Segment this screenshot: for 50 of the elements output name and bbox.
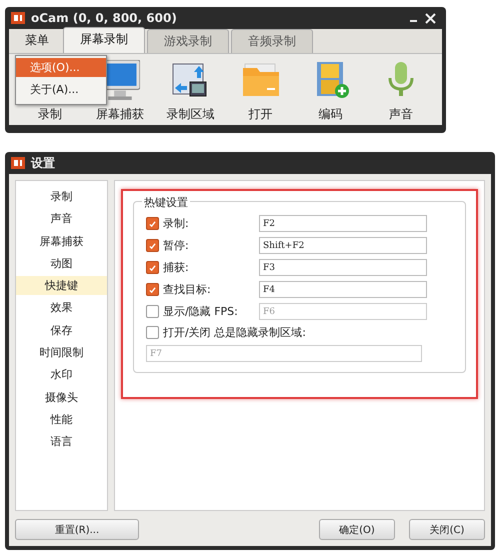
sidebar-item[interactable]: 语言 [16, 432, 107, 452]
check-icon [149, 220, 156, 226]
check-icon [149, 264, 156, 270]
sidebar-item[interactable]: 水印 [16, 365, 107, 384]
checkbox[interactable] [146, 283, 159, 296]
app-icon [11, 12, 25, 24]
hotkey-label: 捕获: [163, 260, 190, 275]
sidebar-item[interactable]: 摄像头 [16, 388, 107, 407]
reset-button[interactable]: 重置(R)... [15, 519, 139, 540]
menu-button[interactable]: 菜单 [13, 28, 61, 53]
input-field[interactable]: F2 [259, 215, 427, 232]
sidebar-item[interactable]: 屏幕捕获 [16, 232, 107, 251]
checkbox[interactable] [146, 239, 159, 252]
dialog-button[interactable]: 关闭(C) [409, 519, 485, 540]
dialog-button[interactable]: 确定(O) [319, 519, 395, 540]
input-field[interactable]: F4 [259, 281, 427, 298]
toolbar-button[interactable]: 录制区域 [157, 60, 224, 125]
tab[interactable]: 游戏录制 [147, 29, 229, 53]
toolbar-button[interactable]: 打开 [228, 60, 294, 125]
toolbar-button[interactable]: 编码 [298, 60, 364, 125]
group-title: 热键设置 [142, 195, 190, 210]
sidebar-item[interactable]: 效果 [16, 298, 107, 318]
hotkey-label: 显示/隐藏 FPS: [163, 304, 239, 319]
sidebar-item[interactable]: 动图 [16, 254, 107, 273]
hotkey-label: 打开/关闭 总是隐藏录制区域: [163, 325, 306, 340]
check-icon [149, 242, 156, 248]
tab[interactable]: 音频录制 [231, 29, 313, 53]
window-title: oCam (0, 0, 800, 600) [31, 11, 177, 25]
menu-item[interactable]: 关于(A)... [16, 80, 106, 99]
check-icon [149, 286, 156, 292]
app-icon [11, 157, 25, 169]
sidebar-item[interactable]: 快捷键 [16, 276, 107, 296]
input-field[interactable]: Shift+F2 [259, 237, 427, 254]
hotkey-label: 查找目标: [163, 282, 212, 297]
checkbox[interactable] [146, 326, 159, 339]
window-title: 设置 [31, 154, 55, 172]
checkbox[interactable] [146, 217, 159, 230]
close-icon[interactable] [425, 12, 436, 24]
sidebar-item[interactable]: 声音 [16, 209, 107, 228]
toolbar-button[interactable]: 声音 [368, 60, 434, 125]
sidebar-item[interactable]: 性能 [16, 410, 107, 429]
tab[interactable]: 屏幕录制 [63, 27, 145, 53]
hotkey-label: 暂停: [163, 238, 190, 253]
sidebar-item[interactable]: 保存 [16, 320, 107, 340]
hotkey-label: 录制: [163, 216, 190, 231]
checkbox[interactable] [146, 261, 159, 274]
checkbox[interactable] [146, 305, 159, 318]
input-field[interactable]: F3 [259, 259, 427, 276]
sidebar-item[interactable]: 录制 [16, 187, 107, 206]
sidebar-item[interactable]: 时间限制 [16, 343, 107, 362]
